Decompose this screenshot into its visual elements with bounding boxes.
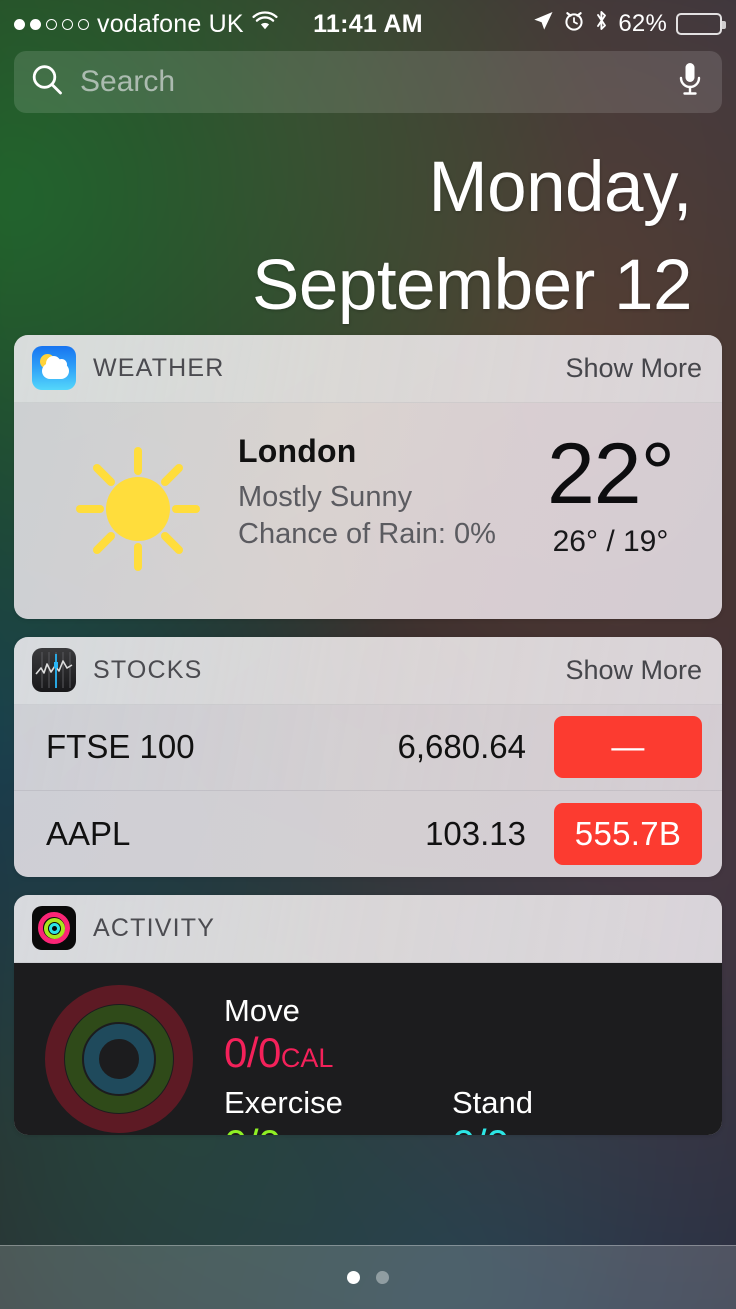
stocks-app-icon	[32, 648, 76, 693]
table-row[interactable]: AAPL 103.13 555.7B	[14, 790, 722, 877]
activity-widget[interactable]: ACTIVITY Move 0/0CAL Exercise 0/0MIN Sta…	[14, 894, 722, 1135]
stocks-widget-header: STOCKS Show More	[14, 636, 722, 705]
weather-widget-body[interactable]: London Mostly Sunny Chance of Rain: 0% 2…	[14, 402, 722, 619]
stand-stat: Stand 0/0HRS	[452, 1085, 680, 1135]
status-bar: vodafone UK 11:41 AM 62%	[0, 0, 736, 48]
battery-icon	[676, 13, 727, 35]
move-number: 0/0	[224, 1028, 281, 1076]
signal-dot-4	[62, 18, 73, 30]
move-unit: CAL	[280, 1042, 334, 1073]
weather-widget-title: WEATHER	[93, 353, 225, 382]
exercise-value: 0/0MIN	[224, 1121, 452, 1134]
activity-widget-title: ACTIVITY	[93, 913, 216, 942]
signal-dot-2	[30, 18, 41, 30]
status-badge[interactable]: 555.7B	[554, 802, 702, 865]
signal-dot-5	[78, 18, 89, 30]
search-bar[interactable]: Search	[14, 51, 722, 113]
exercise-number: 0/0	[224, 1121, 281, 1134]
activity-stats: Move 0/0CAL Exercise 0/0MIN Stand 0/0HRS	[224, 983, 722, 1135]
status-bar-left: vodafone UK	[14, 10, 313, 39]
stand-value: 0/0HRS	[452, 1121, 680, 1134]
date-header: Monday, September 12	[0, 113, 736, 335]
weather-show-more-button[interactable]: Show More	[565, 353, 702, 384]
page-indicator-bar	[0, 1245, 736, 1309]
bluetooth-icon	[594, 9, 609, 39]
signal-dot-1	[14, 18, 25, 30]
carrier-name: vodafone UK	[97, 9, 244, 38]
stock-price: 103.13	[425, 814, 526, 852]
stocks-widget-title: STOCKS	[93, 655, 203, 684]
wifi-icon	[252, 10, 278, 38]
weather-high-low-temp: 26° / 19°	[552, 524, 669, 558]
stock-price: 6,680.64	[397, 728, 526, 766]
weather-rain-chance: Chance of Rain: 0%	[238, 517, 496, 550]
move-label: Move	[224, 992, 300, 1028]
battery-percent: 62%	[618, 10, 668, 37]
stand-label: Stand	[452, 1085, 534, 1121]
weather-condition: Mostly Sunny	[238, 480, 413, 513]
today-view-screen: vodafone UK 11:41 AM 62% Search Monday, …	[0, 0, 736, 1309]
weather-widget-header: WEATHER Show More	[14, 334, 722, 403]
status-badge[interactable]: —	[554, 716, 702, 779]
weather-city: London	[238, 432, 357, 469]
sun-icon	[38, 429, 238, 579]
date-line-date: September 12	[251, 245, 693, 325]
signal-dot-3	[46, 18, 57, 30]
page-dot-2[interactable]	[376, 1271, 389, 1284]
stand-number: 0/0	[452, 1121, 509, 1134]
stand-ring	[84, 1023, 154, 1094]
page-dot-1[interactable]	[347, 1271, 360, 1284]
exercise-stat: Exercise 0/0MIN	[224, 1085, 452, 1135]
status-bar-right: 62%	[423, 9, 727, 39]
activity-app-icon	[32, 906, 76, 951]
location-arrow-icon	[532, 10, 554, 39]
activity-widget-header: ACTIVITY	[14, 894, 722, 963]
search-input-placeholder[interactable]: Search	[80, 65, 660, 99]
clock-time: 11:41 AM	[313, 9, 423, 38]
stock-symbol: FTSE 100	[46, 728, 195, 766]
table-row[interactable]: FTSE 100 6,680.64 —	[14, 704, 722, 791]
activity-second-row: Exercise 0/0MIN Stand 0/0HRS	[224, 1085, 722, 1135]
exercise-label: Exercise	[224, 1085, 343, 1121]
weather-temperature: 22° 26° / 19°	[523, 429, 698, 559]
stocks-show-more-button[interactable]: Show More	[565, 655, 702, 686]
date-line-weekday: Monday,	[428, 148, 692, 227]
weather-widget[interactable]: WEATHER Show More London Mostly Sunny Ch…	[14, 334, 722, 619]
weather-app-icon	[32, 346, 76, 391]
weather-current-temp: 22°	[546, 425, 675, 522]
alarm-clock-icon	[563, 10, 585, 39]
stocks-widget[interactable]: STOCKS Show More FTSE 100 6,680.64 — AAP…	[14, 636, 722, 877]
stock-symbol: AAPL	[46, 814, 131, 852]
weather-info: London Mostly Sunny Chance of Rain: 0%	[238, 429, 523, 551]
activity-rings	[14, 983, 224, 1135]
search-icon	[30, 63, 64, 102]
status-bar-center: 11:41 AM	[313, 10, 423, 39]
microphone-icon[interactable]	[676, 61, 704, 104]
signal-strength-dots	[14, 18, 89, 30]
activity-widget-body[interactable]: Move 0/0CAL Exercise 0/0MIN Stand 0/0HRS	[14, 962, 722, 1135]
move-value: 0/0CAL	[224, 1028, 722, 1076]
